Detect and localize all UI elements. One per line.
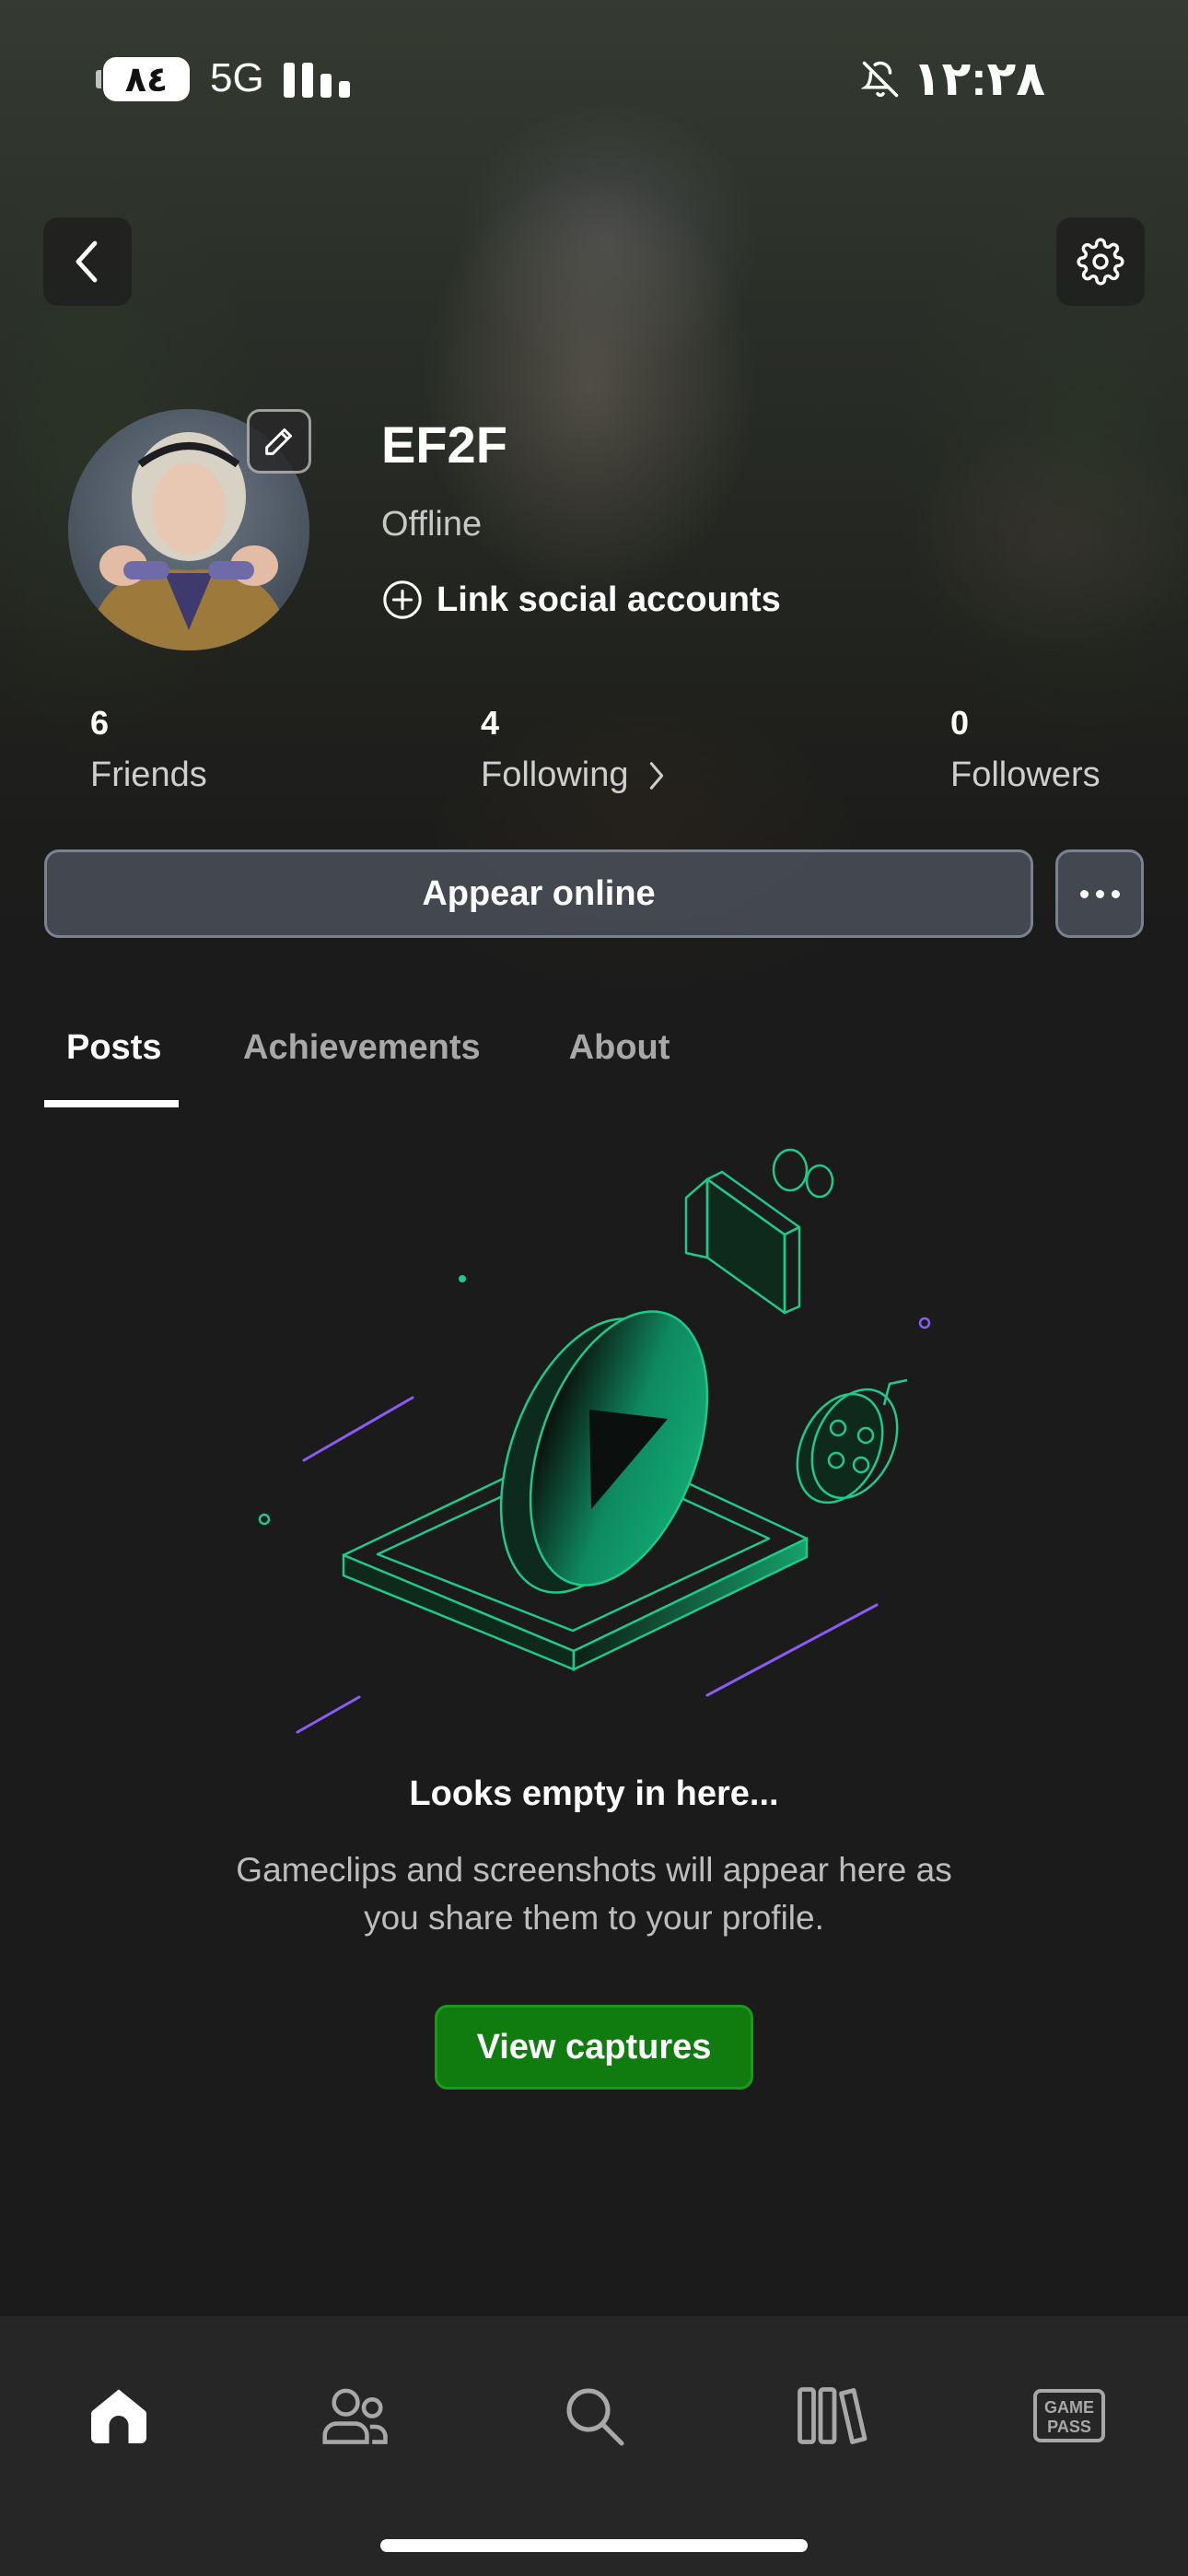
signal-icon <box>284 61 350 98</box>
film-reel-icon <box>796 1378 908 1505</box>
search-icon <box>566 2388 624 2446</box>
more-dot <box>1095 889 1104 898</box>
back-button[interactable] <box>43 217 132 306</box>
followers-count: 0 <box>950 704 970 742</box>
nav-friends[interactable] <box>312 2371 401 2460</box>
nav-game-pass[interactable]: GAME PASS <box>1025 2371 1113 2460</box>
friends-count: 6 <box>90 704 110 742</box>
friends-label: Friends <box>90 755 207 794</box>
svg-text:GAME: GAME <box>1044 2398 1094 2417</box>
home-icon <box>91 2389 146 2443</box>
network-type: 5G <box>210 55 264 100</box>
profile-tabs: Posts Achievements About <box>44 1028 670 1107</box>
link-social-label: Link social accounts <box>437 580 781 619</box>
clock: ١٢:٢٨ <box>912 53 1045 106</box>
following-label: Following <box>481 755 629 794</box>
add-circle-icon <box>383 580 422 619</box>
chevron-right-icon <box>649 761 663 790</box>
presence-status: Offline <box>381 505 483 544</box>
stat-friends[interactable]: 6 Friends <box>90 704 207 795</box>
empty-captures-illustration <box>258 1148 931 1734</box>
empty-state-description: Gameclips and screenshots will appear he… <box>236 1851 952 1937</box>
battery-indicator: ٨٤ <box>96 57 190 101</box>
friends-icon <box>322 2388 388 2444</box>
clock-group: ١٢:٢٨ <box>860 52 1045 107</box>
gear-icon <box>1077 238 1124 286</box>
tab-posts[interactable]: Posts <box>44 1028 179 1107</box>
nav-home[interactable] <box>75 2371 163 2460</box>
gamertag: EF2F <box>381 416 507 474</box>
more-dot <box>1111 889 1120 898</box>
svg-text:PASS: PASS <box>1047 2418 1091 2436</box>
chevron-left-icon <box>76 240 98 283</box>
more-options-button[interactable] <box>1055 849 1144 938</box>
status-bar: ٨٤ 5G ١٢:٢٨ <box>0 0 1188 157</box>
bottom-navigation: GAME PASS <box>0 2316 1188 2576</box>
nav-library[interactable] <box>787 2371 876 2460</box>
appear-online-button[interactable]: Appear online <box>44 849 1033 938</box>
followers-label: Followers <box>950 755 1101 794</box>
nav-search[interactable] <box>550 2371 638 2460</box>
pencil-icon <box>265 428 292 455</box>
link-social-accounts-button[interactable]: Link social accounts <box>381 579 781 621</box>
stat-followers[interactable]: 0 Followers <box>950 704 1101 795</box>
settings-button[interactable] <box>1056 217 1145 306</box>
library-icon <box>798 2387 868 2444</box>
empty-state-title: Looks empty in here... <box>409 1774 779 1813</box>
home-indicator[interactable] <box>380 2539 808 2552</box>
view-captures-button[interactable]: View captures <box>435 2005 753 2090</box>
edit-avatar-button[interactable] <box>247 409 311 474</box>
stat-following[interactable]: 4 Following <box>481 704 666 795</box>
camera-icon <box>684 1148 834 1315</box>
tab-achievements[interactable]: Achievements <box>243 1028 481 1107</box>
more-dot <box>1079 889 1089 898</box>
following-count: 4 <box>481 704 500 742</box>
tab-about[interactable]: About <box>569 1028 670 1107</box>
bell-slash-icon <box>860 61 898 98</box>
game-pass-icon: GAME PASS <box>1033 2389 1105 2442</box>
